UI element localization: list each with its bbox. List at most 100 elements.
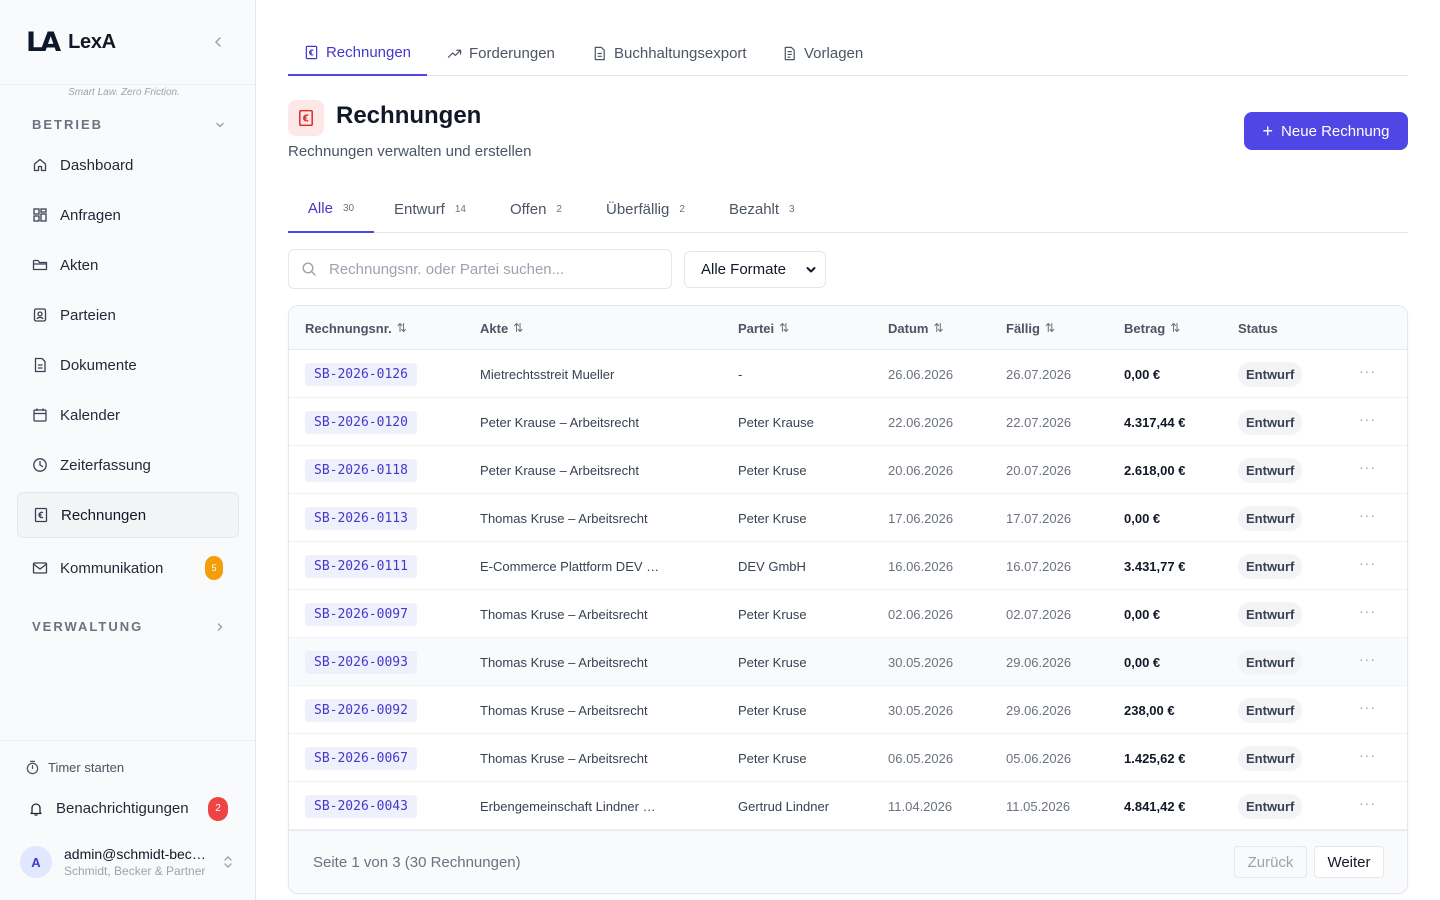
invoice-number-cell: SB-2026-0111 xyxy=(305,542,417,590)
sidebar-item-akten[interactable]: Akten xyxy=(17,242,239,288)
start-timer-button[interactable]: Timer starten xyxy=(25,760,124,775)
tab-buchhaltungsexport[interactable]: Buchhaltungsexport xyxy=(592,30,747,76)
row-actions-button[interactable]: ··· xyxy=(1359,635,1376,683)
file-name-cell: Thomas Kruse – Arbeitsrecht xyxy=(480,686,648,734)
sidebar-item-kalender[interactable]: Kalender xyxy=(17,392,239,438)
amount: 0,00 € xyxy=(1124,366,1161,382)
sidebar-item-kommunikation[interactable]: Kommunikation 5 xyxy=(17,545,239,591)
table-row[interactable]: SB-2026-0126 Mietrechtsstreit Mueller - 26.… xyxy=(289,347,1407,398)
table-row[interactable]: SB-2026-0113 Thomas Kruse – Arbeitsrecht P… xyxy=(289,491,1407,542)
column-header-status: Status xyxy=(1238,306,1278,350)
brand[interactable]: LA LexA xyxy=(26,26,116,58)
sidebar-item-zeiterfassung[interactable]: Zeiterfassung xyxy=(17,442,239,488)
chevron-right-icon xyxy=(214,621,226,633)
row-actions-button[interactable]: ··· xyxy=(1359,539,1376,587)
new-invoice-button[interactable]: + Neue Rechnung xyxy=(1244,112,1408,150)
notifications-button[interactable]: Benachrichtigungen 2 xyxy=(28,796,228,821)
tab-vorlagen[interactable]: Vorlagen xyxy=(782,30,863,76)
stopwatch-icon xyxy=(25,760,40,775)
filter-tab-ueberfaellig[interactable]: Überfällig 2 xyxy=(606,186,685,233)
row-actions-button[interactable]: ··· xyxy=(1359,587,1376,635)
party-name-cell: Gertrud Lindner xyxy=(738,782,829,830)
invoice-date: 06.05.2026 xyxy=(888,750,954,766)
pagination-info: Seite 1 von 3 (30 Rechnungen) xyxy=(313,854,521,871)
column-header-akte[interactable]: Akte ⇅ xyxy=(480,306,523,350)
amount-cell: 0,00 € xyxy=(1124,494,1160,542)
collapse-sidebar-button[interactable] xyxy=(208,32,228,52)
search-box xyxy=(288,249,672,289)
search-input[interactable] xyxy=(329,260,649,278)
sidebar-item-anfragen[interactable]: Anfragen xyxy=(17,192,239,238)
party-name-cell: Peter Kruse xyxy=(738,494,807,542)
sidebar-item-dashboard[interactable]: Dashboard xyxy=(17,142,239,188)
column-header-faellig[interactable]: Fällig ⇅ xyxy=(1006,306,1055,350)
filter-tab-offen[interactable]: Offen 2 xyxy=(510,186,562,233)
tab-rechnungen[interactable]: Rechnungen xyxy=(288,30,427,76)
column-header-betrag[interactable]: Betrag ⇅ xyxy=(1124,306,1180,350)
column-label: Status xyxy=(1238,320,1278,336)
format-select[interactable]: Alle Formate xyxy=(684,251,826,288)
table-header: Rechnungsnr. ⇅ Akte ⇅ Partei ⇅ Datum ⇅ Fälli… xyxy=(289,306,1407,350)
sidebar-item-parteien[interactable]: Parteien xyxy=(17,292,239,338)
file-name: Thomas Kruse – Arbeitsrecht xyxy=(480,510,648,526)
invoice-date-cell: 06.05.2026 xyxy=(888,734,953,782)
filter-tab-bezahlt[interactable]: Bezahlt 3 xyxy=(729,186,795,233)
column-header-datum[interactable]: Datum ⇅ xyxy=(888,306,944,350)
section-betrieb-toggle[interactable]: BETRIEB xyxy=(32,117,226,132)
row-actions-button[interactable]: ··· xyxy=(1359,491,1376,539)
row-actions-button[interactable]: ··· xyxy=(1359,779,1376,827)
table-row[interactable]: SB-2026-0118 Peter Krause – Arbeitsrecht P… xyxy=(289,443,1407,494)
due-date-cell: 29.06.2026 xyxy=(1006,686,1071,734)
invoice-number: SB-2026-0067 xyxy=(305,746,417,770)
section-verwaltung-label: VERWALTUNG xyxy=(32,619,144,634)
clock-icon xyxy=(32,457,48,473)
table-row[interactable]: SB-2026-0097 Thomas Kruse – Arbeitsrecht P… xyxy=(289,587,1407,638)
table-row[interactable]: SB-2026-0092 Thomas Kruse – Arbeitsrecht P… xyxy=(289,683,1407,734)
column-label: Akte xyxy=(480,320,509,336)
table-row[interactable]: SB-2026-0093 Thomas Kruse – Arbeitsrecht P… xyxy=(289,635,1407,686)
table-row[interactable]: SB-2026-0043 Erbengemeinschaft Lindner … G… xyxy=(289,779,1407,830)
filter-tab-alle[interactable]: Alle 30 xyxy=(288,186,374,233)
column-header-rechnungsnr[interactable]: Rechnungsnr. ⇅ xyxy=(305,306,407,350)
due-date: 16.07.2026 xyxy=(1006,558,1072,574)
sidebar-item-rechnungen[interactable]: Rechnungen xyxy=(17,492,239,538)
file-name-cell: Thomas Kruse – Arbeitsrecht xyxy=(480,638,648,686)
table-row[interactable]: SB-2026-0111 E-Commerce Plattform DEV … DE… xyxy=(289,539,1407,590)
sidebar-item-label: Anfragen xyxy=(60,206,121,224)
table-row[interactable]: SB-2026-0067 Thomas Kruse – Arbeitsrecht P… xyxy=(289,731,1407,782)
previous-page-button[interactable]: Zurück xyxy=(1234,846,1307,878)
file-name-cell: Thomas Kruse – Arbeitsrecht xyxy=(480,494,648,542)
tab-forderungen[interactable]: Forderungen xyxy=(447,30,555,76)
more-horizontal-icon: ··· xyxy=(1359,555,1376,571)
due-date: 29.06.2026 xyxy=(1006,702,1072,718)
invoice-date-cell: 22.06.2026 xyxy=(888,398,953,446)
table-row[interactable]: SB-2026-0120 Peter Krause – Arbeitsrecht P… xyxy=(289,395,1407,446)
invoice-number: SB-2026-0093 xyxy=(305,650,417,674)
user-org: Schmidt, Becker & Partner xyxy=(64,864,206,878)
sidebar-item-dokumente[interactable]: Dokumente xyxy=(17,342,239,388)
section-verwaltung-toggle[interactable]: VERWALTUNG xyxy=(32,619,226,634)
more-horizontal-icon: ··· xyxy=(1359,459,1376,475)
invoice-number-cell: SB-2026-0097 xyxy=(305,590,417,638)
divider xyxy=(0,740,255,741)
column-header-partei[interactable]: Partei ⇅ xyxy=(738,306,789,350)
status-badge-cell: Entwurf xyxy=(1238,734,1303,782)
file-name: Mietrechtsstreit Mueller xyxy=(480,366,615,382)
due-date: 26.07.2026 xyxy=(1006,366,1072,382)
row-actions-button[interactable]: ··· xyxy=(1359,683,1376,731)
row-actions-button[interactable]: ··· xyxy=(1359,731,1376,779)
due-date: 22.07.2026 xyxy=(1006,414,1072,430)
file-name-cell: E-Commerce Plattform DEV … xyxy=(480,542,659,590)
row-actions-button[interactable]: ··· xyxy=(1359,395,1376,443)
filter-tab-entwurf[interactable]: Entwurf 14 xyxy=(394,186,466,233)
row-actions-button[interactable]: ··· xyxy=(1359,443,1376,491)
status-badge: Entwurf xyxy=(1238,457,1303,483)
status-badge-cell: Entwurf xyxy=(1238,542,1303,590)
invoice-date: 22.06.2026 xyxy=(888,414,954,430)
row-actions-button[interactable]: ··· xyxy=(1359,347,1376,395)
status-badge: Entwurf xyxy=(1238,601,1303,627)
bell-icon xyxy=(28,801,44,817)
next-page-button[interactable]: Weiter xyxy=(1314,846,1384,878)
user-menu[interactable]: A admin@schmidt-becker.de Schmidt, Becke… xyxy=(20,844,240,880)
status-badge: Entwurf xyxy=(1238,793,1303,819)
